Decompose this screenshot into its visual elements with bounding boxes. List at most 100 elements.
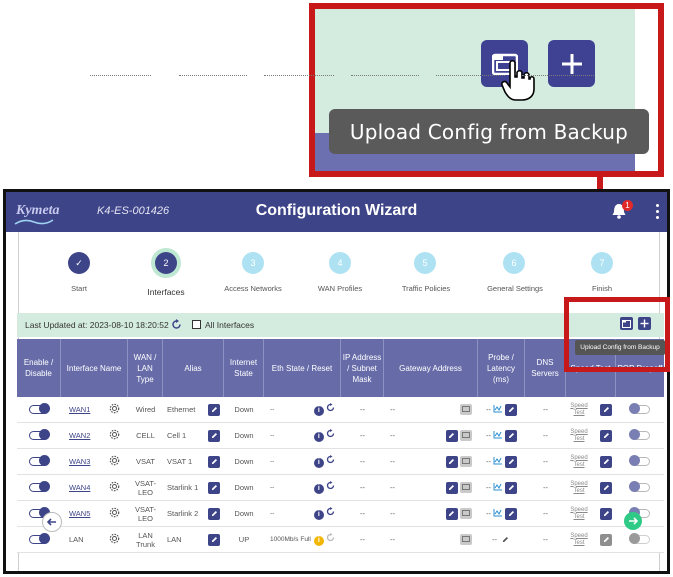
latency-chart-icon[interactable]: [493, 404, 503, 415]
latency-chart-icon[interactable]: [493, 430, 503, 441]
probe-latency: --: [492, 535, 497, 544]
monitor-icon[interactable]: [460, 404, 472, 415]
all-interfaces-label: All Interfaces: [205, 320, 255, 330]
info-icon[interactable]: i: [313, 405, 324, 416]
speed-test-link[interactable]: Speed Test: [570, 533, 588, 547]
probe-latency: --: [486, 431, 491, 440]
settings-gear-icon[interactable]: [109, 481, 120, 494]
reset-icon[interactable]: [326, 403, 335, 414]
edit-probe-icon[interactable]: [505, 429, 517, 442]
edit-speed-icon[interactable]: [600, 533, 612, 546]
scroll-left-button[interactable]: [42, 512, 62, 532]
latency-chart-icon[interactable]: [493, 482, 503, 493]
settings-gear-icon[interactable]: [109, 403, 120, 416]
edit-speed-icon[interactable]: [600, 403, 612, 416]
info-icon[interactable]: i: [313, 535, 324, 546]
latency-chart-icon[interactable]: [493, 508, 503, 519]
monitor-icon[interactable]: [460, 534, 472, 545]
edit-gateway-icon[interactable]: [445, 455, 458, 468]
step-label-interfaces: Interfaces: [147, 287, 185, 297]
step-4[interactable]: 4: [329, 252, 351, 274]
info-icon[interactable]: i: [313, 431, 324, 442]
scroll-right-button[interactable]: [624, 512, 642, 530]
add-interface-button-zoomed[interactable]: [548, 40, 595, 87]
enable-toggle[interactable]: [29, 455, 50, 466]
monitor-icon[interactable]: [460, 430, 472, 441]
edit-speed-icon[interactable]: [600, 429, 612, 442]
edit-alias-icon[interactable]: [208, 481, 220, 494]
step-6[interactable]: 6: [503, 252, 525, 274]
edit-probe-icon[interactable]: [505, 507, 517, 520]
reset-icon[interactable]: [326, 481, 335, 492]
settings-gear-icon[interactable]: [109, 429, 120, 442]
edit-alias-icon[interactable]: [208, 507, 220, 520]
top-bar: Kymeta K4-ES-001426 Configuration Wizard…: [6, 192, 667, 232]
refresh-icon[interactable]: [171, 319, 182, 330]
info-icon[interactable]: i: [313, 509, 324, 520]
pop-dropoff-toggle[interactable]: [629, 403, 650, 414]
arrow-left-icon: [47, 518, 56, 526]
pop-dropoff-toggle[interactable]: [629, 429, 650, 440]
edit-probe-icon[interactable]: [505, 481, 517, 494]
edit-speed-icon[interactable]: [600, 455, 612, 468]
interface-name-link[interactable]: WAN4: [69, 483, 90, 492]
step-2-active[interactable]: 2: [151, 248, 181, 278]
step-1-done-icon[interactable]: ✓: [68, 252, 90, 274]
enable-toggle[interactable]: [29, 429, 50, 440]
info-icon[interactable]: i: [313, 457, 324, 468]
reset-icon[interactable]: [326, 533, 335, 544]
probe-latency: --: [486, 509, 491, 518]
interface-name-link[interactable]: WAN3: [69, 457, 90, 466]
monitor-icon[interactable]: [460, 456, 472, 467]
reset-icon[interactable]: [326, 429, 335, 440]
edit-alias-icon[interactable]: [208, 429, 220, 442]
latency-chart-icon[interactable]: [493, 456, 503, 467]
edit-alias-icon[interactable]: [208, 533, 220, 546]
interface-name-link[interactable]: WAN1: [69, 405, 90, 414]
step-label-access-networks: Access Networks: [224, 284, 282, 293]
settings-gear-icon[interactable]: [109, 533, 120, 546]
table-row: WAN3 VSAT VSAT 1 Down -- i -- -- -- -- Speed Tes…: [17, 449, 664, 475]
edit-alias-icon[interactable]: [208, 403, 220, 416]
edit-gateway-icon[interactable]: [445, 429, 458, 442]
edit-probe-icon[interactable]: [505, 455, 517, 468]
reset-icon[interactable]: [326, 507, 335, 518]
settings-gear-icon[interactable]: [109, 455, 120, 468]
step-5[interactable]: 5: [414, 252, 436, 274]
gateway-address: --: [390, 509, 395, 518]
speed-test-link[interactable]: Speed Test: [570, 429, 588, 443]
more-menu-icon[interactable]: [656, 204, 660, 222]
edit-probe-icon[interactable]: [499, 534, 511, 546]
step-3[interactable]: 3: [242, 252, 264, 274]
speed-test-link[interactable]: Speed Test: [570, 403, 588, 417]
edit-probe-icon[interactable]: [505, 403, 517, 416]
last-updated-text: Last Updated at: 2023-08-10 18:20:52: [25, 320, 169, 330]
monitor-icon[interactable]: [460, 482, 472, 493]
enable-toggle[interactable]: [29, 533, 50, 544]
interface-name-link[interactable]: WAN5: [69, 509, 90, 518]
settings-gear-icon[interactable]: [109, 507, 120, 520]
enable-toggle[interactable]: [29, 481, 50, 492]
speed-test-link[interactable]: Speed Test: [570, 455, 588, 469]
pop-dropoff-toggle[interactable]: [629, 481, 650, 492]
eth-state: --: [270, 483, 275, 491]
enable-toggle[interactable]: [29, 403, 50, 414]
pop-dropoff-toggle[interactable]: [629, 455, 650, 466]
step-7[interactable]: 7: [591, 252, 613, 274]
edit-gateway-icon[interactable]: [445, 481, 458, 494]
edit-alias-icon[interactable]: [208, 455, 220, 468]
info-icon[interactable]: i: [313, 483, 324, 494]
interface-name-link[interactable]: WAN2: [69, 431, 90, 440]
edit-speed-icon[interactable]: [600, 507, 612, 520]
monitor-icon[interactable]: [460, 508, 472, 519]
reset-icon[interactable]: [326, 455, 335, 466]
edit-speed-icon[interactable]: [600, 481, 612, 494]
gateway-address: --: [390, 457, 395, 466]
th-type: WAN / LAN Type: [128, 339, 163, 397]
pop-dropoff-toggle[interactable]: [629, 533, 650, 544]
edit-gateway-icon[interactable]: [445, 507, 458, 520]
probe-latency: --: [486, 457, 491, 466]
speed-test-link[interactable]: Speed Test: [570, 507, 588, 521]
speed-test-link[interactable]: Speed Test: [570, 481, 588, 495]
all-interfaces-checkbox[interactable]: [192, 320, 201, 329]
